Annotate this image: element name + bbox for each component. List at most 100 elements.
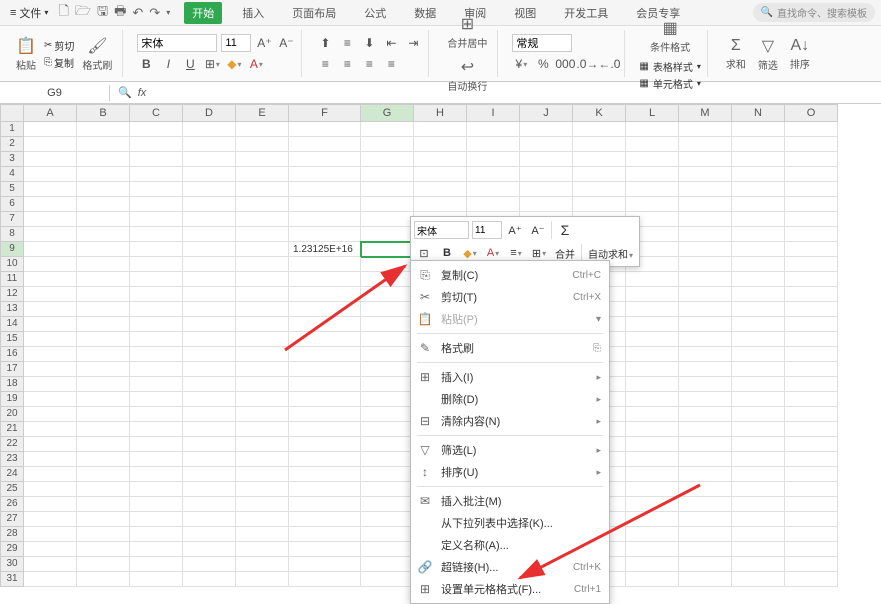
cell-C1[interactable] (130, 122, 183, 137)
cell-F8[interactable] (289, 227, 361, 242)
cell-O5[interactable] (785, 182, 838, 197)
cell-I1[interactable] (467, 122, 520, 137)
cell-G19[interactable] (361, 392, 414, 407)
cell-D19[interactable] (183, 392, 236, 407)
cell-C22[interactable] (130, 437, 183, 452)
cell-M26[interactable] (679, 497, 732, 512)
cell-G3[interactable] (361, 152, 414, 167)
cell-G13[interactable] (361, 302, 414, 317)
cell-H5[interactable] (414, 182, 467, 197)
cell-J1[interactable] (520, 122, 573, 137)
cell-N10[interactable] (732, 257, 785, 272)
cell-A3[interactable] (24, 152, 77, 167)
cell-B6[interactable] (77, 197, 130, 212)
row-header-4[interactable]: 4 (0, 167, 24, 182)
cell-A18[interactable] (24, 377, 77, 392)
cell-F23[interactable] (289, 452, 361, 467)
ctx-item[interactable]: 删除(D)▸ (411, 388, 609, 410)
cell-A7[interactable] (24, 212, 77, 227)
row-header-28[interactable]: 28 (0, 527, 24, 542)
redo-icon[interactable]: ↷ (149, 5, 160, 21)
cell-D25[interactable] (183, 482, 236, 497)
cell-H6[interactable] (414, 197, 467, 212)
cell-G24[interactable] (361, 467, 414, 482)
cell-L2[interactable] (626, 137, 679, 152)
cell-L14[interactable] (626, 317, 679, 332)
cell-M30[interactable] (679, 557, 732, 572)
cell-E28[interactable] (236, 527, 289, 542)
mini-autosum-label[interactable]: 自动求和 (585, 246, 636, 261)
save-icon[interactable]: 🖫 (97, 2, 108, 24)
cell-F5[interactable] (289, 182, 361, 197)
cell-G14[interactable] (361, 317, 414, 332)
cell-F29[interactable] (289, 542, 361, 557)
cell-M11[interactable] (679, 272, 732, 287)
cell-O3[interactable] (785, 152, 838, 167)
merge-center-button[interactable]: ⊞ 合并居中 (443, 12, 491, 52)
cell-B8[interactable] (77, 227, 130, 242)
ctx-item[interactable]: 定义名称(A)... (411, 534, 609, 556)
cond-format-button[interactable]: ▦ 条件格式 (639, 16, 700, 56)
cell-E26[interactable] (236, 497, 289, 512)
row-header-5[interactable]: 5 (0, 182, 24, 197)
sum-button[interactable]: Σ求和 (722, 35, 750, 73)
col-header-B[interactable]: B (77, 104, 130, 122)
ctx-item[interactable]: ✎格式刷⎘ (411, 337, 609, 359)
copy-button[interactable]: ⎘复制 (44, 55, 74, 70)
cell-B23[interactable] (77, 452, 130, 467)
cell-M21[interactable] (679, 422, 732, 437)
cell-C14[interactable] (130, 317, 183, 332)
cell-A31[interactable] (24, 572, 77, 587)
cell-A19[interactable] (24, 392, 77, 407)
cell-M28[interactable] (679, 527, 732, 542)
cell-D14[interactable] (183, 317, 236, 332)
cell-H1[interactable] (414, 122, 467, 137)
cell-F19[interactable] (289, 392, 361, 407)
cell-G16[interactable] (361, 347, 414, 362)
cell-K6[interactable] (573, 197, 626, 212)
align-top-button[interactable]: ⬆ (316, 34, 334, 52)
cell-L16[interactable] (626, 347, 679, 362)
row-header-27[interactable]: 27 (0, 512, 24, 527)
cell-F31[interactable] (289, 572, 361, 587)
cell-N12[interactable] (732, 287, 785, 302)
increase-decimal-button[interactable]: .0→ (578, 55, 596, 73)
cell-N29[interactable] (732, 542, 785, 557)
cell-O19[interactable] (785, 392, 838, 407)
cell-O2[interactable] (785, 137, 838, 152)
cell-O18[interactable] (785, 377, 838, 392)
cell-G29[interactable] (361, 542, 414, 557)
cell-O21[interactable] (785, 422, 838, 437)
row-header-26[interactable]: 26 (0, 497, 24, 512)
cell-B18[interactable] (77, 377, 130, 392)
name-box[interactable]: G9 (0, 85, 110, 101)
cell-I4[interactable] (467, 167, 520, 182)
cell-M12[interactable] (679, 287, 732, 302)
wrap-text-button[interactable]: ↩ 自动换行 (443, 55, 491, 95)
cell-F16[interactable] (289, 347, 361, 362)
cell-N25[interactable] (732, 482, 785, 497)
cell-B26[interactable] (77, 497, 130, 512)
cell-E30[interactable] (236, 557, 289, 572)
cell-N7[interactable] (732, 212, 785, 227)
cell-D24[interactable] (183, 467, 236, 482)
cell-E20[interactable] (236, 407, 289, 422)
cell-O23[interactable] (785, 452, 838, 467)
cell-N16[interactable] (732, 347, 785, 362)
cell-D1[interactable] (183, 122, 236, 137)
cell-F28[interactable] (289, 527, 361, 542)
cell-A27[interactable] (24, 512, 77, 527)
align-middle-button[interactable]: ≡ (338, 34, 356, 52)
cell-N3[interactable] (732, 152, 785, 167)
cell-G17[interactable] (361, 362, 414, 377)
cell-L17[interactable] (626, 362, 679, 377)
cell-F11[interactable] (289, 272, 361, 287)
cell-B9[interactable] (77, 242, 130, 257)
row-header-7[interactable]: 7 (0, 212, 24, 227)
cell-B1[interactable] (77, 122, 130, 137)
tab-view[interactable]: 视图 (506, 2, 544, 24)
cell-N30[interactable] (732, 557, 785, 572)
cell-M3[interactable] (679, 152, 732, 167)
cell-C16[interactable] (130, 347, 183, 362)
cell-F10[interactable] (289, 257, 361, 272)
